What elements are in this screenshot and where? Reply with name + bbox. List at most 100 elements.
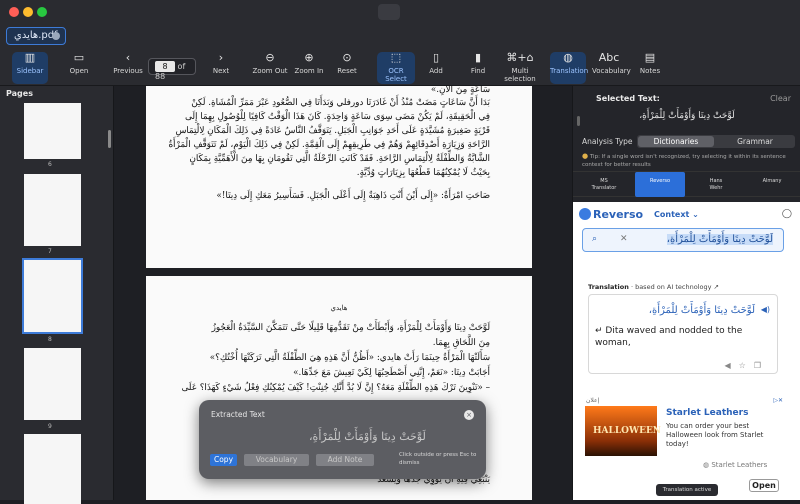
- multi-selection-button[interactable]: ⌘+⌂ Multi selection: [502, 52, 538, 84]
- ad-title[interactable]: Starlet Leathers: [666, 408, 748, 418]
- folder-icon: ▭: [73, 51, 85, 64]
- reverso-logo-text: Reverso: [593, 208, 644, 221]
- external-link-icon[interactable]: ↗: [714, 283, 719, 291]
- text-line: الشَّابَّةُ وَالطِّفْلَةُ لِالْتِمَاسِ ا…: [189, 154, 490, 164]
- page-number-9: 9: [48, 423, 52, 430]
- ad-info-icon[interactable]: ▷✕: [773, 397, 783, 404]
- analysis-type-segmented: Dictionaries Grammar: [637, 135, 795, 148]
- minimize-window-button[interactable]: [23, 7, 33, 17]
- zoom-out-label: Zoom Out: [252, 67, 288, 75]
- close-window-button[interactable]: [9, 7, 19, 17]
- notes-button[interactable]: ▤ Notes: [638, 52, 662, 84]
- clear-search-icon[interactable]: ✕: [620, 234, 628, 244]
- close-icon[interactable]: ×: [464, 410, 474, 420]
- text-line: سَاعَةٍ مِنَ الْآنِ.»: [430, 86, 490, 95]
- sidebar-button[interactable]: ▥ Sidebar: [12, 52, 48, 84]
- page-thumbnail-10[interactable]: [24, 434, 81, 504]
- tip-text: ● Tip: If a single word isn't recognized…: [582, 152, 797, 169]
- search-icon[interactable]: ⌕: [592, 234, 597, 244]
- sidebar-title: Pages: [6, 89, 33, 98]
- vocabulary-button[interactable]: Vocabulary: [244, 454, 309, 466]
- text-line: الرَّاحَةِ وَزِيَارَةِ أَصْدِقَائِهِمْ و…: [168, 140, 490, 150]
- ad-open-button[interactable]: Open: [749, 479, 779, 492]
- reverso-logo[interactable]: Reverso: [579, 208, 643, 221]
- speaker-icon[interactable]: ◀: [725, 361, 739, 370]
- page-number-8: 8: [48, 336, 52, 343]
- reverso-search-field[interactable]: ⌕ ✕ لَوَّحَتْ دِيتَا وَأَوْمَأَتْ لِلْمَ…: [582, 228, 784, 252]
- bookmark-icon: ▮: [474, 51, 482, 64]
- tab-dictionaries[interactable]: Dictionaries: [638, 136, 714, 147]
- reset-icon: ⊙: [342, 51, 352, 64]
- page-thumbnail-7[interactable]: [24, 174, 81, 246]
- tab-ms-label-1: MS: [600, 178, 608, 184]
- tab-close-icon[interactable]: [52, 32, 60, 40]
- copy-button[interactable]: Copy: [210, 454, 237, 466]
- vocabulary-button[interactable]: Abc Vocabulary: [592, 51, 631, 84]
- tab-reverso-label: Reverso: [649, 178, 671, 184]
- previous-label: Previous: [113, 67, 143, 75]
- translation-card: لَوَّحَتْ دِيتَا وَأَوْمَأَتْ لِلْمَرْأَ…: [588, 294, 778, 374]
- extracted-text-popup: Extracted Text × لَوَّحَتْ دِيتَا وَأَوْ…: [199, 400, 486, 479]
- vocabulary-icon: Abc: [598, 51, 620, 64]
- translation-actions: ◀☆❐: [725, 361, 770, 370]
- find-button[interactable]: ▮ Find: [466, 52, 490, 84]
- ad-label: إعلان: [586, 397, 600, 404]
- sidebar-icon: ▥: [24, 51, 36, 64]
- chevron-left-icon: ‹: [125, 51, 131, 64]
- zoom-window-button[interactable]: [37, 7, 47, 17]
- tab-grammar[interactable]: Grammar: [717, 136, 793, 147]
- zoom-in-label: Zoom In: [294, 67, 324, 75]
- context-label: Context: [654, 210, 690, 219]
- ad-text: You can order your best Halloween look f…: [666, 422, 764, 448]
- ocr-select-button[interactable]: ⬚ OCR Select: [377, 52, 415, 84]
- zoom-in-icon: ⊕: [304, 51, 314, 64]
- user-icon[interactable]: ◯: [782, 209, 792, 219]
- speaker-icon[interactable]: ◀): [761, 305, 770, 314]
- popup-title: Extracted Text: [211, 410, 265, 419]
- toolbar: ▥ Sidebar ▭ Open ‹ Previous 8 of 88 › Next ⊖…: [0, 46, 800, 86]
- add-button[interactable]: ▯ Add: [424, 52, 448, 84]
- tab-hans-wehr[interactable]: Hans Wehr: [691, 172, 741, 197]
- translation-button[interactable]: ◍ Translation: [550, 52, 588, 84]
- document-add-icon: ▯: [432, 51, 440, 64]
- open-button[interactable]: ▭ Open: [64, 52, 94, 84]
- tab-ms-translator[interactable]: MS Translator: [579, 172, 629, 197]
- source-text: لَوَّحَتْ دِيتَا وَأَوْمَأَتْ لِلْمَرْأَ…: [648, 305, 755, 316]
- add-note-button[interactable]: Add Note: [316, 454, 374, 466]
- open-label: Open: [69, 67, 89, 75]
- star-icon[interactable]: ☆: [739, 361, 754, 370]
- analysis-type-label: Analysis Type: [582, 137, 633, 146]
- reverso-logo-icon: [579, 208, 591, 220]
- next-button[interactable]: › Next: [207, 52, 235, 84]
- ocr-select-icon: ⬚: [390, 51, 402, 64]
- zoom-in-button[interactable]: ⊕ Zoom In: [292, 52, 326, 84]
- translation-panel: Selected Text: Clear لَوَّحَتْ دِيتَا وَ…: [572, 86, 800, 500]
- clear-button[interactable]: Clear: [770, 94, 791, 103]
- translation-label: Translation: [588, 283, 629, 291]
- tab-hans-label-2: Wehr: [709, 185, 723, 191]
- tab-ms-label-2: Translator: [591, 185, 617, 191]
- copy-icon[interactable]: ❐: [754, 361, 769, 370]
- translation-sub: · based on AI technology: [630, 283, 712, 291]
- notes-label: Notes: [639, 67, 661, 75]
- pages-sidebar: Pages 6 7 8 9: [0, 86, 114, 504]
- page-thumbnail-8[interactable]: [22, 258, 83, 334]
- page-number-field[interactable]: 8 of 88: [148, 58, 196, 81]
- zoom-out-button[interactable]: ⊖ Zoom Out: [252, 52, 288, 84]
- ad-image[interactable]: HALLOWEEN: [585, 406, 661, 456]
- tab-almany[interactable]: Almany: [747, 172, 797, 197]
- page-thumbnail-6[interactable]: [24, 103, 81, 159]
- sidebar-scrollbar[interactable]: [108, 130, 111, 148]
- text-line: صَاحَتِ امْرَأَةٌ: «إِلَى أَيْنَ أَنْتِ …: [216, 191, 490, 201]
- translation-active-badge: Translation active: [656, 484, 718, 496]
- window-control-button[interactable]: [378, 4, 400, 20]
- document-tab[interactable]: هايدي.pdf: [6, 27, 66, 45]
- reset-button[interactable]: ⊙ Reset: [333, 52, 361, 84]
- previous-button[interactable]: ‹ Previous: [110, 52, 146, 84]
- context-menu[interactable]: Context ⌄: [654, 210, 699, 219]
- page-thumbnail-9[interactable]: [24, 348, 81, 420]
- search-query[interactable]: لَوَّحَتْ دِيتَا وَأَوْمَأَتْ لِلْمَرْأَ…: [666, 234, 773, 245]
- selected-text-label: Selected Text:: [596, 94, 660, 103]
- current-page-input[interactable]: 8: [155, 61, 175, 72]
- tab-reverso[interactable]: Reverso: [635, 172, 685, 197]
